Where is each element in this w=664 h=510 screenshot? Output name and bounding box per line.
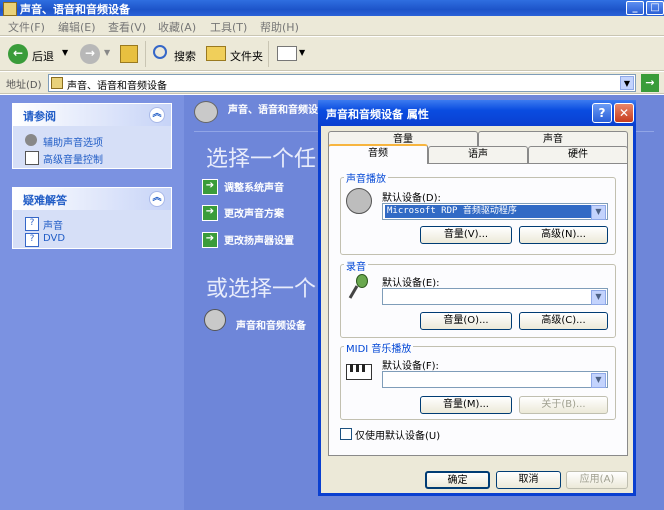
midi-group-title: MIDI 音乐播放 bbox=[344, 340, 414, 355]
collapse-chevron-icon[interactable]: ︽ bbox=[149, 107, 165, 123]
tab-hardware[interactable]: 硬件 bbox=[528, 146, 628, 164]
midi-about-button[interactable]: 关于(B)... bbox=[519, 396, 608, 414]
window-titlebar: 声音、语音和音频设备 _ □ bbox=[0, 0, 664, 16]
back-arrow-icon[interactable]: ← bbox=[8, 44, 28, 64]
troubleshoot-link-sound[interactable]: 声音 bbox=[43, 217, 63, 232]
menu-bar: 文件(F) 编辑(E) 查看(V) 收藏(A) 工具(T) 帮助(H) bbox=[0, 16, 664, 36]
help-button[interactable]: ? bbox=[592, 103, 612, 123]
volume-control-icon bbox=[25, 151, 39, 165]
toolbar-separator bbox=[268, 41, 269, 67]
midi-volume-button[interactable]: 音量(M)... bbox=[420, 396, 512, 414]
folders-icon[interactable] bbox=[206, 46, 226, 61]
menu-tools[interactable]: 工具(T) bbox=[210, 19, 247, 35]
window-title: 声音、语音和音频设备 bbox=[20, 3, 130, 16]
folder-icon bbox=[51, 77, 63, 89]
playback-device-value: Microsoft RDP 音频驱动程序 bbox=[385, 205, 591, 218]
views-dropdown-icon[interactable]: ▼ bbox=[299, 48, 305, 57]
playback-device-select[interactable]: Microsoft RDP 音频驱动程序 ▼ bbox=[382, 203, 608, 220]
speaker-icon bbox=[346, 188, 372, 214]
address-bar: 地址(D) 声音、语音和音频设备 ▼ → bbox=[0, 72, 664, 94]
troubleshoot-title: 疑难解答 bbox=[23, 194, 67, 207]
task-arrow-icon: ➔ bbox=[202, 205, 218, 221]
task-arrow-icon: ➔ bbox=[202, 232, 218, 248]
apply-button[interactable]: 应用(A) bbox=[566, 471, 628, 489]
address-input[interactable]: 声音、语音和音频设备 ▼ bbox=[48, 74, 636, 92]
chevron-down-icon[interactable]: ▼ bbox=[591, 373, 606, 388]
recording-device-label: 默认设备(E): bbox=[382, 278, 440, 289]
toolbar: ← 后退 ▼ → ▼ 搜索 文件夹 ▼ bbox=[0, 37, 664, 71]
recording-group-title: 录音 bbox=[344, 258, 368, 273]
address-label: 地址(D) bbox=[6, 80, 42, 91]
dialog-title: 声音和音频设备 属性 bbox=[326, 108, 429, 121]
task-arrow-icon: ➔ bbox=[202, 179, 218, 195]
recording-device-select[interactable]: ▼ bbox=[382, 288, 608, 305]
see-also-title: 请参阅 bbox=[23, 110, 56, 123]
menu-favorites[interactable]: 收藏(A) bbox=[158, 19, 196, 35]
playback-advanced-button[interactable]: 高级(N)... bbox=[519, 226, 608, 244]
help-icon: ? bbox=[25, 233, 39, 247]
speaker-icon bbox=[25, 134, 37, 146]
address-value: 声音、语音和音频设备 bbox=[67, 81, 167, 92]
views-icon[interactable] bbox=[277, 46, 297, 61]
collapse-chevron-icon[interactable]: ︽ bbox=[149, 191, 165, 207]
task-pane: 请参阅 ︽ 辅助声音选项 高级音量控制 疑难解答 ︽ ? 声音 ? DVD bbox=[0, 95, 184, 510]
recording-volume-button[interactable]: 音量(O)... bbox=[420, 312, 512, 330]
only-default-checkbox[interactable] bbox=[340, 428, 352, 440]
only-default-label[interactable]: 仅使用默认设备(U) bbox=[355, 427, 440, 442]
go-button[interactable]: → bbox=[641, 74, 659, 92]
forward-dropdown-icon[interactable]: ▼ bbox=[104, 48, 110, 57]
troubleshoot-header[interactable]: 疑难解答 ︽ bbox=[13, 188, 171, 210]
chevron-down-icon[interactable]: ▼ bbox=[591, 290, 606, 305]
microphone-icon bbox=[346, 274, 370, 299]
midi-keyboard-icon bbox=[346, 358, 372, 382]
up-folder-icon[interactable] bbox=[120, 45, 138, 63]
menu-file[interactable]: 文件(F) bbox=[8, 19, 45, 35]
task-link-speaker-settings[interactable]: 更改扬声器设置 bbox=[224, 232, 294, 247]
midi-device-select[interactable]: ▼ bbox=[382, 371, 608, 388]
minimize-button[interactable]: _ bbox=[626, 1, 644, 15]
folder-icon bbox=[3, 2, 17, 16]
troubleshoot-panel: 疑难解答 ︽ ? 声音 ? DVD bbox=[12, 187, 172, 249]
toolbar-separator bbox=[145, 41, 146, 67]
help-icon: ? bbox=[25, 217, 39, 231]
address-dropdown-icon[interactable]: ▼ bbox=[620, 76, 634, 90]
cancel-button[interactable]: 取消 bbox=[496, 471, 561, 489]
see-also-link-advanced-volume[interactable]: 高级音量控制 bbox=[43, 151, 103, 166]
playback-volume-button[interactable]: 音量(V)... bbox=[420, 226, 512, 244]
maximize-button[interactable]: □ bbox=[646, 1, 664, 15]
troubleshoot-link-dvd[interactable]: DVD bbox=[43, 233, 65, 244]
recording-advanced-button[interactable]: 高级(C)... bbox=[519, 312, 608, 330]
search-icon[interactable] bbox=[153, 45, 167, 59]
tab-audio[interactable]: 音频 bbox=[328, 144, 428, 164]
see-also-panel: 请参阅 ︽ 辅助声音选项 高级音量控制 bbox=[12, 103, 172, 169]
back-button-label[interactable]: 后退 bbox=[32, 48, 54, 64]
speaker-header-icon bbox=[194, 101, 218, 123]
menu-view[interactable]: 查看(V) bbox=[108, 19, 146, 35]
forward-arrow-icon[interactable]: → bbox=[80, 44, 100, 64]
folders-button-label[interactable]: 文件夹 bbox=[230, 48, 263, 64]
tab-voice[interactable]: 语声 bbox=[428, 146, 528, 164]
task-link-sound-scheme[interactable]: 更改声音方案 bbox=[224, 205, 284, 220]
task-link-system-sounds[interactable]: 调整系统声音 bbox=[224, 179, 284, 194]
close-button[interactable]: ✕ bbox=[614, 103, 634, 123]
ok-button[interactable]: 确定 bbox=[425, 471, 490, 489]
midi-device-label: 默认设备(F): bbox=[382, 361, 439, 372]
sound-devices-icon[interactable] bbox=[204, 309, 226, 331]
chevron-down-icon[interactable]: ▼ bbox=[591, 205, 606, 220]
playback-device-label: 默认设备(D): bbox=[382, 193, 441, 204]
dialog-titlebar: 声音和音频设备 属性 ? ✕ bbox=[318, 100, 636, 126]
see-also-header[interactable]: 请参阅 ︽ bbox=[13, 104, 171, 126]
menu-help[interactable]: 帮助(H) bbox=[260, 19, 299, 35]
search-button-label[interactable]: 搜索 bbox=[174, 48, 196, 64]
back-dropdown-icon[interactable]: ▼ bbox=[62, 48, 68, 57]
menu-edit[interactable]: 编辑(E) bbox=[58, 19, 96, 35]
or-pick-heading: 或选择一个 bbox=[206, 277, 317, 302]
pick-task-heading: 选择一个任 bbox=[206, 147, 317, 172]
see-also-link-accessibility[interactable]: 辅助声音选项 bbox=[43, 134, 103, 149]
playback-group-title: 声音播放 bbox=[344, 170, 388, 185]
sound-devices-link[interactable]: 声音和音频设备 bbox=[236, 317, 306, 332]
content-header: 声音、语音和音频设备 bbox=[228, 105, 328, 116]
